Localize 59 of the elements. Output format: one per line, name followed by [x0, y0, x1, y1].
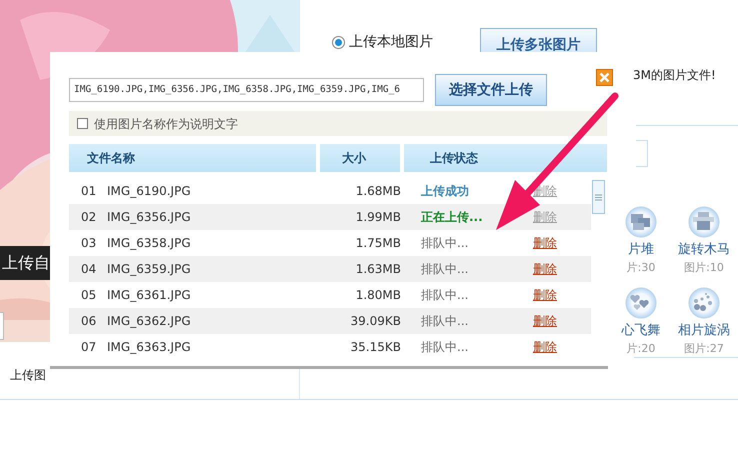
- effect-name[interactable]: 旋转木马: [673, 240, 735, 260]
- upload-status: 排队中...: [420, 313, 470, 330]
- effect-name[interactable]: 片堆: [610, 240, 672, 260]
- radio-label: 上传本地图片: [349, 33, 433, 52]
- photo-count: 片:20: [626, 340, 656, 356]
- close-icon: [599, 72, 610, 83]
- upload-status: 排队中...: [420, 235, 470, 252]
- file-name: IMG_6359.JPG: [107, 261, 192, 278]
- file-size: 1.80MB: [354, 287, 401, 304]
- column-header: 上传状态: [404, 144, 607, 172]
- file-size: 1.75MB: [354, 235, 401, 252]
- close-button[interactable]: [596, 69, 613, 86]
- checkbox-label: 使用图片名称作为说明文字: [94, 116, 238, 132]
- file-size: 39.09KB: [350, 313, 401, 330]
- file-size: 1.63MB: [354, 261, 401, 278]
- file-name: IMG_6356.JPG: [107, 209, 192, 226]
- row-number: 03: [80, 235, 98, 252]
- column-header: 大小: [320, 144, 400, 172]
- file-name: IMG_6361.JPG: [107, 287, 192, 304]
- upload-status: 正在上传...: [420, 209, 484, 226]
- choose-file-button[interactable]: 选择文件上传: [435, 74, 547, 106]
- upload-status: 排队中...: [420, 339, 470, 356]
- upload-status: 排队中...: [420, 287, 470, 304]
- row-number: 06: [80, 313, 98, 330]
- checkbox[interactable]: [77, 118, 88, 129]
- file-name: IMG_6190.JPG: [107, 183, 192, 200]
- section-label: 上传图: [10, 367, 46, 384]
- row-number: 05: [80, 287, 98, 304]
- hearts-icon[interactable]: [625, 287, 657, 319]
- notice-text: 3M的图片文件!: [633, 67, 716, 84]
- file-size: 35.15KB: [350, 339, 401, 356]
- row-number: 02: [80, 209, 98, 226]
- photo-count: 图片:27: [683, 340, 725, 356]
- effect-name[interactable]: 相片旋涡: [673, 321, 735, 340]
- row-number: 04: [80, 261, 98, 278]
- delete-link[interactable]: 删除: [533, 236, 557, 250]
- scrollbar-thumb[interactable]: [592, 180, 605, 214]
- file-size: 1.68MB: [354, 183, 401, 200]
- upload-status: 排队中...: [420, 261, 470, 278]
- photo-count: 图片:10: [683, 260, 725, 276]
- radio-button[interactable]: [332, 36, 345, 49]
- row-number: 01: [80, 183, 98, 200]
- delete-link[interactable]: 删除: [533, 314, 557, 328]
- file-name: IMG_6363.JPG: [107, 339, 192, 356]
- row-number: 07: [80, 339, 98, 356]
- carousel-icon[interactable]: [688, 206, 720, 238]
- photo-count: 片:30: [626, 260, 656, 276]
- photo-stack-icon[interactable]: [625, 206, 657, 238]
- delete-link[interactable]: 删除: [533, 340, 557, 354]
- file-name: IMG_6362.JPG: [107, 313, 192, 330]
- delete-link[interactable]: 删除: [533, 262, 557, 276]
- file-name: IMG_6358.JPG: [107, 235, 192, 252]
- file-size: 1.99MB: [354, 209, 401, 226]
- upload-status: 上传成功: [420, 183, 470, 200]
- effect-name[interactable]: 心飞舞: [610, 321, 672, 340]
- delete-link[interactable]: 删除: [533, 288, 557, 302]
- column-header: 文件名称: [69, 144, 316, 172]
- dots-icon[interactable]: [688, 287, 720, 319]
- file-field[interactable]: IMG_6190.JPG,IMG_6356.JPG,IMG_6358.JPG,IMG_6359.JPG,IMG_6: [69, 78, 424, 102]
